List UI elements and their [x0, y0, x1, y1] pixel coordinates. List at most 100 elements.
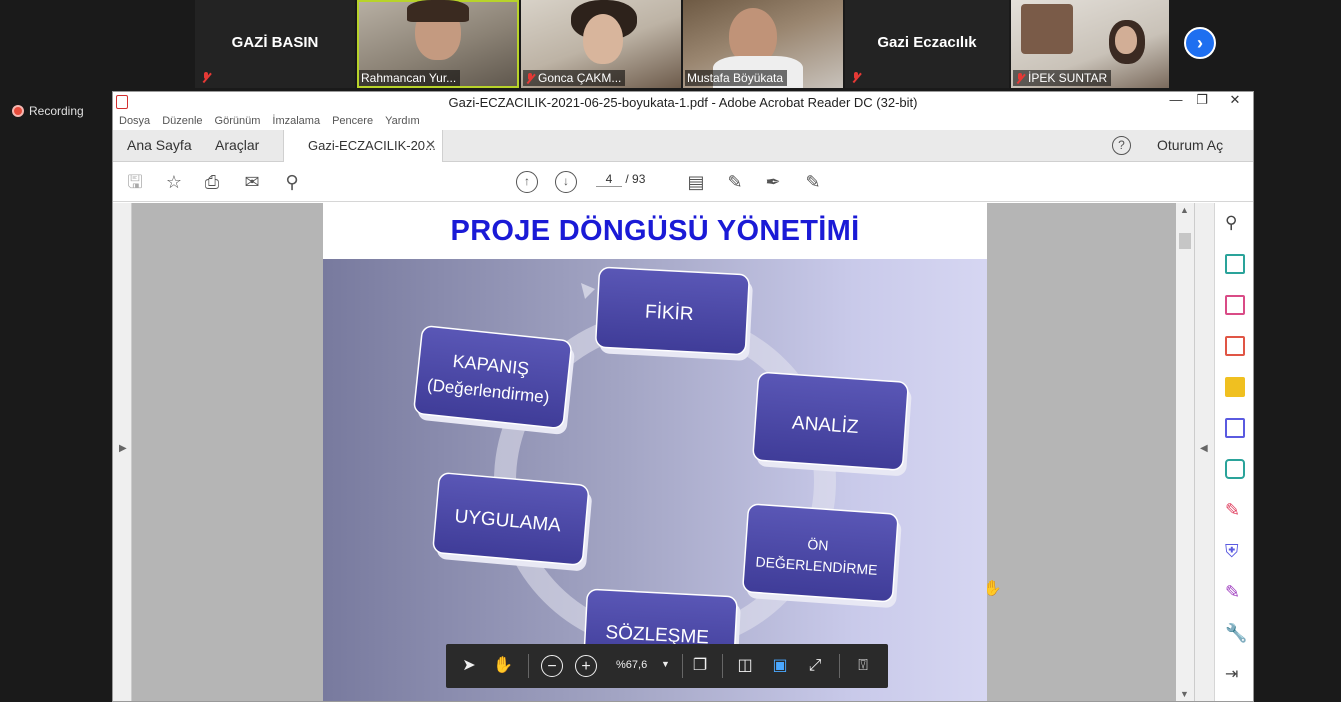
- participant-video: [1115, 26, 1137, 54]
- page-display-icon[interactable]: ❐: [689, 655, 711, 677]
- zoom-in-icon[interactable]: ⚲: [1225, 213, 1245, 233]
- comment-tool-icon[interactable]: [1225, 377, 1245, 397]
- save-icon[interactable]: 🖫: [124, 171, 146, 193]
- title-bar: Gazi-ECZACILIK-2021-06-25-boyukata-1.pdf…: [113, 92, 1253, 112]
- box-label-on: ÖN: [807, 535, 829, 553]
- help-icon[interactable]: ?: [1112, 136, 1131, 155]
- participant-video: [407, 0, 469, 22]
- scroll-thumb[interactable]: [1179, 233, 1191, 249]
- participant-video: [1021, 4, 1073, 54]
- zoom-in-button-icon[interactable]: +: [575, 655, 597, 677]
- fit-width-icon[interactable]: ▣: [769, 655, 791, 677]
- page-navigator: 4 / 93: [596, 172, 645, 187]
- tab-home[interactable]: Ana Sayfa: [127, 137, 192, 153]
- protect-shield-icon[interactable]: ⛨: [1225, 541, 1245, 561]
- maximize-button[interactable]: ❐: [1189, 92, 1215, 112]
- participant-label: Gonca ÇAKM...: [523, 70, 626, 86]
- compress-icon[interactable]: [1225, 459, 1245, 479]
- recording-indicator: Recording: [12, 104, 84, 118]
- tab-tools[interactable]: Araçlar: [215, 137, 259, 153]
- fit-page-icon[interactable]: ◫: [734, 655, 756, 677]
- separator: [839, 654, 840, 678]
- participant-tile[interactable]: Rahmancan Yur...: [357, 0, 519, 88]
- acrobat-window: Gazi-ECZACILIK-2021-06-25-boyukata-1.pdf…: [112, 91, 1254, 702]
- zoom-out-icon[interactable]: −: [541, 655, 563, 677]
- email-icon[interactable]: ✉: [241, 171, 263, 193]
- page-separator: /: [625, 172, 629, 186]
- organize-pages-icon[interactable]: [1225, 295, 1245, 315]
- tab-bar: Ana Sayfa Araçlar Gazi-ECZACILIK-20... ✕…: [113, 130, 1253, 162]
- expand-left-icon: ▶: [119, 443, 127, 454]
- full-screen-icon[interactable]: ⤢: [804, 655, 826, 677]
- mic-muted-icon: [525, 72, 535, 84]
- highlight-pen-icon[interactable]: ✎: [724, 171, 746, 193]
- menu-gorunum[interactable]: Görünüm: [215, 115, 261, 127]
- left-panel-toggle[interactable]: ▶: [113, 203, 132, 701]
- export-pdf-icon[interactable]: [1225, 254, 1245, 274]
- separator: [722, 654, 723, 678]
- close-tab-icon[interactable]: ✕: [425, 137, 436, 153]
- prev-page-icon[interactable]: ↑: [516, 171, 538, 193]
- slide-diagram: FİKİR ANALİZ ÖN DEĞERLENDİRME SÖZLEŞME U…: [323, 259, 987, 701]
- select-cursor-icon[interactable]: ➤: [458, 655, 480, 677]
- minimize-button[interactable]: —: [1163, 92, 1189, 112]
- combine-files-icon[interactable]: [1225, 418, 1245, 438]
- page-number-input[interactable]: 4: [596, 172, 622, 187]
- zoom-dropdown-icon[interactable]: ▼: [661, 659, 670, 669]
- tools-pane: ⚲ ✎ ⛨ ✎ 🔧 ⇥: [1214, 203, 1253, 701]
- next-page-button[interactable]: ›: [1184, 27, 1216, 59]
- box-analiz: ANALİZ: [752, 371, 912, 476]
- comment-icon[interactable]: ▤: [685, 171, 707, 193]
- menu-imzalama[interactable]: İmzalama: [272, 115, 320, 127]
- zoom-level[interactable]: %67,6: [616, 659, 647, 671]
- menu-dosya[interactable]: Dosya: [119, 115, 150, 127]
- next-page-icon[interactable]: ↓: [555, 171, 577, 193]
- vertical-scrollbar[interactable]: ▲ ▼: [1176, 203, 1194, 701]
- participant-tile[interactable]: İPEK SUNTAR: [1011, 0, 1169, 88]
- participant-video: [583, 14, 623, 64]
- fill-sign-tool-icon[interactable]: ✎: [1225, 500, 1245, 520]
- menu-duzenle[interactable]: Düzenle: [162, 115, 202, 127]
- scroll-up-icon[interactable]: ▲: [1180, 205, 1189, 215]
- slide-title: PROJE DÖNGÜSÜ YÖNETİMİ: [450, 215, 860, 247]
- chevron-right-icon: ›: [1197, 32, 1203, 53]
- hand-cursor-icon: ✋: [983, 580, 1002, 597]
- participant-name: Gazi Eczacılık: [877, 34, 977, 51]
- collapse-pane-icon[interactable]: ⇥: [1225, 664, 1245, 684]
- box-on-degerlendirme: ÖN DEĞERLENDİRME: [742, 503, 902, 608]
- participant-tile[interactable]: GAZİ BASIN: [195, 0, 355, 88]
- sign-in-button[interactable]: Oturum Aç: [1157, 137, 1223, 153]
- search-icon[interactable]: ⚲: [281, 171, 303, 193]
- mic-muted-icon: [1015, 72, 1025, 84]
- participant-tile[interactable]: Gonca ÇAKM...: [521, 0, 681, 88]
- floating-toolbar: ➤ ✋ − + %67,6 ▼ ❐ ◫ ▣ ⤢ ⍔: [446, 644, 888, 688]
- more-tools-icon[interactable]: 🔧: [1225, 623, 1247, 643]
- mic-muted-icon: [201, 72, 211, 83]
- record-icon: [12, 105, 24, 117]
- menu-yardim[interactable]: Yardım: [385, 115, 420, 127]
- participant-tile[interactable]: Mustafa Böyükata: [683, 0, 843, 88]
- right-panel-toggle[interactable]: ◀: [1194, 203, 1214, 701]
- participant-tile[interactable]: Gazi Eczacılık: [845, 0, 1009, 88]
- page-total: 93: [632, 172, 646, 186]
- box-uygulama: UYGULAMA: [432, 472, 592, 571]
- main-toolbar: 🖫 ☆ ⎙ ✉ ⚲ ↑ ↓ 4 / 93 ▤ ✎ ✒ ✎: [113, 162, 1253, 202]
- participant-label: Mustafa Böyükata: [685, 70, 788, 86]
- close-button[interactable]: ✕: [1217, 92, 1253, 112]
- hand-tool-icon[interactable]: ✋: [492, 655, 514, 677]
- menu-pencere[interactable]: Pencere: [332, 115, 373, 127]
- request-signature-icon[interactable]: ✎: [1225, 582, 1245, 602]
- create-pdf-icon[interactable]: [1225, 336, 1245, 356]
- print-icon[interactable]: ⎙: [201, 171, 223, 193]
- read-mode-icon[interactable]: ⍔: [852, 655, 874, 677]
- tab-document[interactable]: Gazi-ECZACILIK-20... ✕: [283, 130, 443, 162]
- document-area: ▶ PROJE DÖNGÜSÜ YÖNETİMİ FİKİR ANALİZ ÖN…: [113, 203, 1214, 701]
- box-label-fikir: FİKİR: [644, 302, 694, 326]
- sign-pen-icon[interactable]: ✒: [762, 171, 784, 193]
- pdf-page: PROJE DÖNGÜSÜ YÖNETİMİ FİKİR ANALİZ ÖN D…: [323, 203, 987, 701]
- bookmark-star-icon[interactable]: ☆: [163, 171, 185, 193]
- collapse-right-icon: ◀: [1200, 443, 1208, 454]
- scroll-down-icon[interactable]: ▼: [1180, 689, 1189, 699]
- fill-sign-icon[interactable]: ✎: [802, 171, 824, 193]
- menu-bar: Dosya Düzenle Görünüm İmzalama Pencere Y…: [113, 112, 1253, 130]
